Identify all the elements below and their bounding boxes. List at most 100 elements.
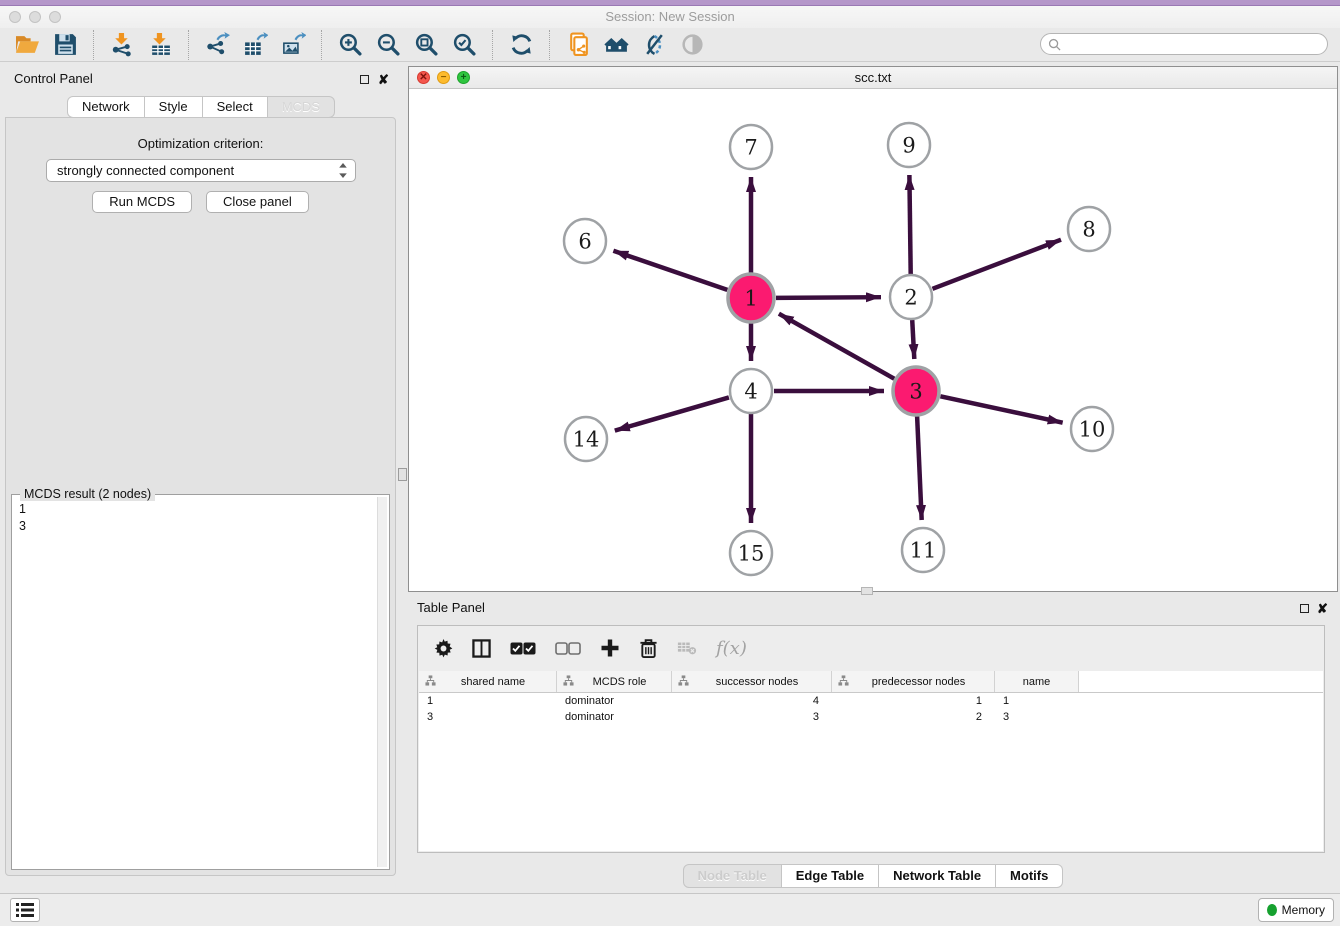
refresh-layout-icon[interactable] xyxy=(505,30,537,60)
edge-3-10[interactable] xyxy=(940,396,1062,422)
show-column-panel-icon[interactable] xyxy=(472,639,491,658)
table-tab-motifs[interactable]: Motifs xyxy=(996,864,1063,888)
node-label: 10 xyxy=(1079,417,1106,441)
task-history-button[interactable] xyxy=(10,898,40,922)
duplicate-network-view-icon[interactable] xyxy=(562,30,594,60)
toolbar-separator xyxy=(492,30,493,60)
table-cell[interactable]: 3 xyxy=(672,711,832,723)
import-table-icon[interactable] xyxy=(144,30,176,60)
table-cell[interactable]: 1 xyxy=(832,695,995,707)
export-network-icon[interactable] xyxy=(201,30,233,60)
network-window-title: scc.txt xyxy=(409,67,1337,88)
table-cell[interactable]: 4 xyxy=(672,695,832,707)
mcds-result-scrollbar[interactable] xyxy=(377,497,387,867)
edge-2-8[interactable] xyxy=(932,240,1060,289)
column-header-predecessor-nodes[interactable]: predecessor nodes xyxy=(832,671,995,692)
list-icon xyxy=(16,903,34,917)
control-panel-float-icon[interactable] xyxy=(360,75,369,84)
create-new-column-icon[interactable] xyxy=(600,638,620,658)
node-label: 1 xyxy=(744,286,757,310)
zoom-selected-icon[interactable] xyxy=(448,30,480,60)
graph-node-4[interactable]: 4 xyxy=(730,369,772,413)
column-header-label: name xyxy=(1001,676,1078,688)
column-header-name[interactable]: name xyxy=(995,671,1079,692)
table-cell[interactable]: dominator xyxy=(557,711,672,723)
table-row[interactable]: 1dominator411 xyxy=(419,693,1323,709)
table-cell[interactable]: dominator xyxy=(557,695,672,707)
deselect-all-columns-icon[interactable] xyxy=(555,641,581,656)
zoom-out-icon[interactable] xyxy=(372,30,404,60)
graph-node-14[interactable]: 14 xyxy=(565,417,607,461)
table-row[interactable]: 3dominator323 xyxy=(419,709,1323,725)
table-tab-network-table[interactable]: Network Table xyxy=(879,864,996,888)
hide-graphics-details-icon[interactable] xyxy=(638,30,670,60)
edge-3-11[interactable] xyxy=(917,416,922,520)
tab-network[interactable]: Network xyxy=(67,96,145,118)
graph-node-2[interactable]: 2 xyxy=(890,275,932,319)
zoom-fit-icon[interactable] xyxy=(410,30,442,60)
edge-2-3[interactable] xyxy=(912,320,914,359)
graph-node-10[interactable]: 10 xyxy=(1071,407,1113,451)
criterion-dropdown[interactable]: strongly connected component xyxy=(46,159,356,182)
table-panel-float-icon[interactable] xyxy=(1300,604,1309,613)
table-settings-icon[interactable] xyxy=(434,639,453,658)
tab-select[interactable]: Select xyxy=(203,96,268,118)
home-first-neighbors-icon[interactable] xyxy=(600,30,632,60)
save-session-icon[interactable] xyxy=(49,30,81,60)
network-canvas[interactable]: 7 9 6 8 1 2 4 3 14 10 15 11 xyxy=(409,89,1337,591)
network-minimize-button[interactable]: − xyxy=(437,71,450,84)
network-zoom-button[interactable]: + xyxy=(457,71,470,84)
table-cell[interactable]: 2 xyxy=(832,711,995,723)
mcds-buttons: Run MCDS Close panel xyxy=(6,191,395,213)
edge-1-6[interactable] xyxy=(613,251,727,290)
column-header-label: MCDS role xyxy=(574,676,671,688)
mcds-result-node: 1 xyxy=(19,501,377,518)
table-cell[interactable]: 1 xyxy=(419,695,557,707)
table-cell[interactable]: 3 xyxy=(995,711,1079,723)
table-tab-edge-table[interactable]: Edge Table xyxy=(782,864,879,888)
edge-2-9[interactable] xyxy=(909,175,910,274)
open-file-icon[interactable] xyxy=(11,30,43,60)
memory-button[interactable]: Memory xyxy=(1258,898,1334,922)
edge-3-1[interactable] xyxy=(779,314,894,379)
graph-node-1[interactable]: 1 xyxy=(728,274,774,322)
import-network-icon[interactable] xyxy=(106,30,138,60)
column-type-icon xyxy=(678,675,689,689)
table-cell[interactable]: 1 xyxy=(995,695,1079,707)
graph-node-3[interactable]: 3 xyxy=(893,367,939,415)
export-table-icon[interactable] xyxy=(239,30,271,60)
export-image-icon[interactable] xyxy=(277,30,309,60)
delete-columns-icon[interactable] xyxy=(639,638,658,659)
table-panel-title: Table Panel xyxy=(417,600,485,615)
run-mcds-button[interactable]: Run MCDS xyxy=(92,191,192,213)
vertical-splitter-grip[interactable] xyxy=(398,468,407,481)
network-close-button[interactable]: ✕ xyxy=(417,71,430,84)
zoom-in-icon[interactable] xyxy=(334,30,366,60)
column-header-successor-nodes[interactable]: successor nodes xyxy=(672,671,832,692)
graph-node-8[interactable]: 8 xyxy=(1068,207,1110,251)
dropdown-stepper-icon xyxy=(337,162,349,179)
column-header-MCDS-role[interactable]: MCDS role xyxy=(557,671,672,692)
tab-mcds[interactable]: MCDS xyxy=(268,96,335,118)
mcds-result-list[interactable]: 13 xyxy=(12,498,377,867)
horizontal-splitter-grip[interactable] xyxy=(861,587,873,595)
table-panel-close-icon[interactable]: ✘ xyxy=(1317,604,1328,614)
node-label: 2 xyxy=(904,285,917,309)
graph-node-15[interactable]: 15 xyxy=(730,531,772,575)
graph-node-7[interactable]: 7 xyxy=(730,125,772,169)
column-header-shared-name[interactable]: shared name xyxy=(419,671,557,692)
select-all-columns-icon[interactable] xyxy=(510,641,536,656)
graph-node-11[interactable]: 11 xyxy=(902,528,944,572)
edge-1-2[interactable] xyxy=(776,297,881,298)
edge-4-14[interactable] xyxy=(615,397,729,430)
toolbar-separator xyxy=(321,30,322,60)
table-cell[interactable]: 3 xyxy=(419,711,557,723)
table-tab-node-table[interactable]: Node Table xyxy=(683,864,782,888)
tab-style[interactable]: Style xyxy=(145,96,203,118)
control-panel-close-icon[interactable]: ✘ xyxy=(378,75,389,85)
graph-node-6[interactable]: 6 xyxy=(564,219,606,263)
close-panel-button[interactable]: Close panel xyxy=(206,191,309,213)
search-input[interactable] xyxy=(1065,35,1324,55)
status-bar: Memory xyxy=(0,893,1340,926)
graph-node-9[interactable]: 9 xyxy=(888,123,930,167)
